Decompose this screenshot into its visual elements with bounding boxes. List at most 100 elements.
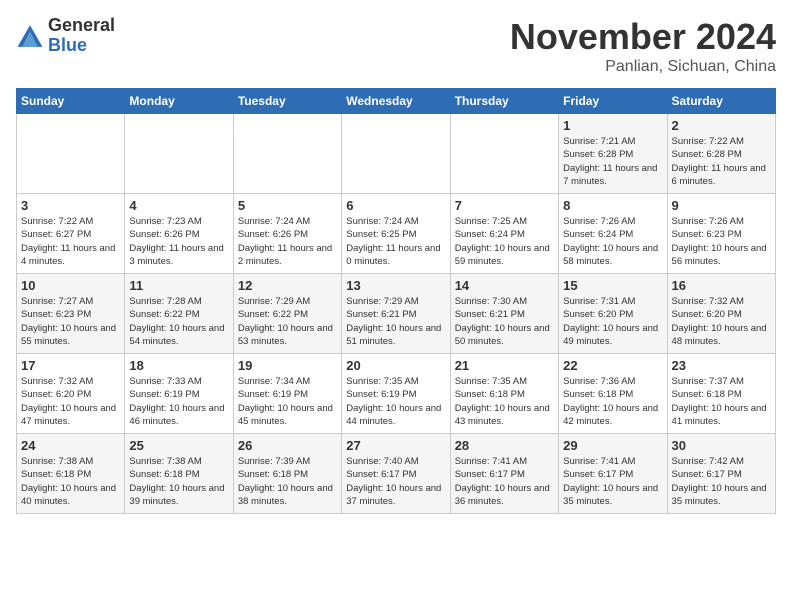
- calendar-cell: 29 Sunrise: 7:41 AM Sunset: 6:17 PM Dayli…: [559, 434, 667, 514]
- day-number: 16: [672, 278, 771, 293]
- title-block: November 2024 Panlian, Sichuan, China: [510, 16, 776, 76]
- calendar-cell: [125, 114, 233, 194]
- logo-text: General Blue: [48, 16, 115, 56]
- day-info: Sunrise: 7:34 AM Sunset: 6:19 PM Dayligh…: [238, 375, 337, 428]
- weekday-header-monday: Monday: [125, 89, 233, 114]
- calendar-cell: 15 Sunrise: 7:31 AM Sunset: 6:20 PM Dayli…: [559, 274, 667, 354]
- day-number: 18: [129, 358, 228, 373]
- day-number: 28: [455, 438, 554, 453]
- day-info: Sunrise: 7:38 AM Sunset: 6:18 PM Dayligh…: [129, 455, 228, 508]
- day-info: Sunrise: 7:29 AM Sunset: 6:21 PM Dayligh…: [346, 295, 445, 348]
- day-number: 22: [563, 358, 662, 373]
- calendar-cell: 3 Sunrise: 7:22 AM Sunset: 6:27 PM Daylig…: [17, 194, 125, 274]
- day-number: 30: [672, 438, 771, 453]
- week-row-5: 24 Sunrise: 7:38 AM Sunset: 6:18 PM Dayli…: [17, 434, 776, 514]
- calendar-cell: 27Sunrise: 7:40 AM Sunset: 6:17 PM Dayli…: [342, 434, 450, 514]
- day-info: Sunrise: 7:41 AM Sunset: 6:17 PM Dayligh…: [563, 455, 662, 508]
- day-info: Sunrise: 7:28 AM Sunset: 6:22 PM Dayligh…: [129, 295, 228, 348]
- calendar-cell: 30 Sunrise: 7:42 AM Sunset: 6:17 PM Dayli…: [667, 434, 775, 514]
- calendar-cell: 14 Sunrise: 7:30 AM Sunset: 6:21 PM Dayli…: [450, 274, 558, 354]
- day-info: Sunrise: 7:30 AM Sunset: 6:21 PM Dayligh…: [455, 295, 554, 348]
- day-info: Sunrise: 7:24 AM Sunset: 6:26 PM Dayligh…: [238, 215, 337, 268]
- day-info: Sunrise: 7:41 AM Sunset: 6:17 PM Dayligh…: [455, 455, 554, 508]
- day-number: 27: [346, 438, 445, 453]
- calendar-cell: 8 Sunrise: 7:26 AM Sunset: 6:24 PM Daylig…: [559, 194, 667, 274]
- calendar-cell: 25 Sunrise: 7:38 AM Sunset: 6:18 PM Dayli…: [125, 434, 233, 514]
- calendar-cell: 11 Sunrise: 7:28 AM Sunset: 6:22 PM Dayli…: [125, 274, 233, 354]
- day-info: Sunrise: 7:33 AM Sunset: 6:19 PM Dayligh…: [129, 375, 228, 428]
- calendar-cell: [17, 114, 125, 194]
- calendar-cell: [342, 114, 450, 194]
- calendar-cell: 13 Sunrise: 7:29 AM Sunset: 6:21 PM Dayli…: [342, 274, 450, 354]
- day-number: 21: [455, 358, 554, 373]
- logo-blue-text: Blue: [48, 36, 115, 56]
- day-info: Sunrise: 7:35 AM Sunset: 6:19 PM Dayligh…: [346, 375, 445, 428]
- day-info: Sunrise: 7:32 AM Sunset: 6:20 PM Dayligh…: [21, 375, 120, 428]
- day-info: Sunrise: 7:26 AM Sunset: 6:23 PM Dayligh…: [672, 215, 771, 268]
- week-row-2: 3 Sunrise: 7:22 AM Sunset: 6:27 PM Daylig…: [17, 194, 776, 274]
- month-title: November 2024: [510, 16, 776, 58]
- calendar-cell: 22 Sunrise: 7:36 AM Sunset: 6:18 PM Dayli…: [559, 354, 667, 434]
- day-info: Sunrise: 7:39 AM Sunset: 6:18 PM Dayligh…: [238, 455, 337, 508]
- day-number: 19: [238, 358, 337, 373]
- weekday-header-sunday: Sunday: [17, 89, 125, 114]
- day-number: 11: [129, 278, 228, 293]
- calendar-cell: [233, 114, 341, 194]
- day-info: Sunrise: 7:26 AM Sunset: 6:24 PM Dayligh…: [563, 215, 662, 268]
- calendar-table: SundayMondayTuesdayWednesdayThursdayFrid…: [16, 88, 776, 514]
- day-info: Sunrise: 7:32 AM Sunset: 6:20 PM Dayligh…: [672, 295, 771, 348]
- weekday-header-wednesday: Wednesday: [342, 89, 450, 114]
- day-number: 4: [129, 198, 228, 213]
- week-row-3: 10 Sunrise: 7:27 AM Sunset: 6:23 PM Dayli…: [17, 274, 776, 354]
- calendar-cell: 16 Sunrise: 7:32 AM Sunset: 6:20 PM Dayli…: [667, 274, 775, 354]
- day-number: 12: [238, 278, 337, 293]
- day-info: Sunrise: 7:31 AM Sunset: 6:20 PM Dayligh…: [563, 295, 662, 348]
- calendar-cell: 21Sunrise: 7:35 AM Sunset: 6:18 PM Dayli…: [450, 354, 558, 434]
- week-row-1: 1Sunrise: 7:21 AM Sunset: 6:28 PM Daylig…: [17, 114, 776, 194]
- calendar-cell: 10 Sunrise: 7:27 AM Sunset: 6:23 PM Dayli…: [17, 274, 125, 354]
- weekday-header-friday: Friday: [559, 89, 667, 114]
- weekday-header-tuesday: Tuesday: [233, 89, 341, 114]
- calendar-cell: 19 Sunrise: 7:34 AM Sunset: 6:19 PM Dayli…: [233, 354, 341, 434]
- page-header: General Blue November 2024 Panlian, Sich…: [16, 16, 776, 76]
- day-number: 29: [563, 438, 662, 453]
- day-info: Sunrise: 7:25 AM Sunset: 6:24 PM Dayligh…: [455, 215, 554, 268]
- day-number: 14: [455, 278, 554, 293]
- calendar-cell: 9 Sunrise: 7:26 AM Sunset: 6:23 PM Daylig…: [667, 194, 775, 274]
- day-info: Sunrise: 7:42 AM Sunset: 6:17 PM Dayligh…: [672, 455, 771, 508]
- day-number: 26: [238, 438, 337, 453]
- day-number: 5: [238, 198, 337, 213]
- calendar-cell: 5 Sunrise: 7:24 AM Sunset: 6:26 PM Daylig…: [233, 194, 341, 274]
- day-number: 20: [346, 358, 445, 373]
- calendar-cell: 7Sunrise: 7:25 AM Sunset: 6:24 PM Daylig…: [450, 194, 558, 274]
- day-number: 3: [21, 198, 120, 213]
- calendar-cell: 12Sunrise: 7:29 AM Sunset: 6:22 PM Dayli…: [233, 274, 341, 354]
- logo: General Blue: [16, 16, 115, 56]
- calendar-cell: 20 Sunrise: 7:35 AM Sunset: 6:19 PM Dayli…: [342, 354, 450, 434]
- day-number: 17: [21, 358, 120, 373]
- calendar-cell: 26 Sunrise: 7:39 AM Sunset: 6:18 PM Dayli…: [233, 434, 341, 514]
- day-number: 15: [563, 278, 662, 293]
- logo-icon: [16, 22, 44, 50]
- day-info: Sunrise: 7:38 AM Sunset: 6:18 PM Dayligh…: [21, 455, 120, 508]
- day-info: Sunrise: 7:22 AM Sunset: 6:28 PM Dayligh…: [672, 135, 771, 188]
- day-number: 9: [672, 198, 771, 213]
- day-number: 8: [563, 198, 662, 213]
- calendar-cell: [450, 114, 558, 194]
- day-info: Sunrise: 7:23 AM Sunset: 6:26 PM Dayligh…: [129, 215, 228, 268]
- day-number: 24: [21, 438, 120, 453]
- weekday-header-thursday: Thursday: [450, 89, 558, 114]
- calendar-cell: 6Sunrise: 7:24 AM Sunset: 6:25 PM Daylig…: [342, 194, 450, 274]
- calendar-cell: 4 Sunrise: 7:23 AM Sunset: 6:26 PM Daylig…: [125, 194, 233, 274]
- day-number: 10: [21, 278, 120, 293]
- day-number: 6: [346, 198, 445, 213]
- day-info: Sunrise: 7:27 AM Sunset: 6:23 PM Dayligh…: [21, 295, 120, 348]
- weekday-header-saturday: Saturday: [667, 89, 775, 114]
- day-number: 23: [672, 358, 771, 373]
- day-number: 13: [346, 278, 445, 293]
- day-number: 25: [129, 438, 228, 453]
- day-info: Sunrise: 7:36 AM Sunset: 6:18 PM Dayligh…: [563, 375, 662, 428]
- calendar-cell: 23 Sunrise: 7:37 AM Sunset: 6:18 PM Dayli…: [667, 354, 775, 434]
- day-info: Sunrise: 7:22 AM Sunset: 6:27 PM Dayligh…: [21, 215, 120, 268]
- day-info: Sunrise: 7:37 AM Sunset: 6:18 PM Dayligh…: [672, 375, 771, 428]
